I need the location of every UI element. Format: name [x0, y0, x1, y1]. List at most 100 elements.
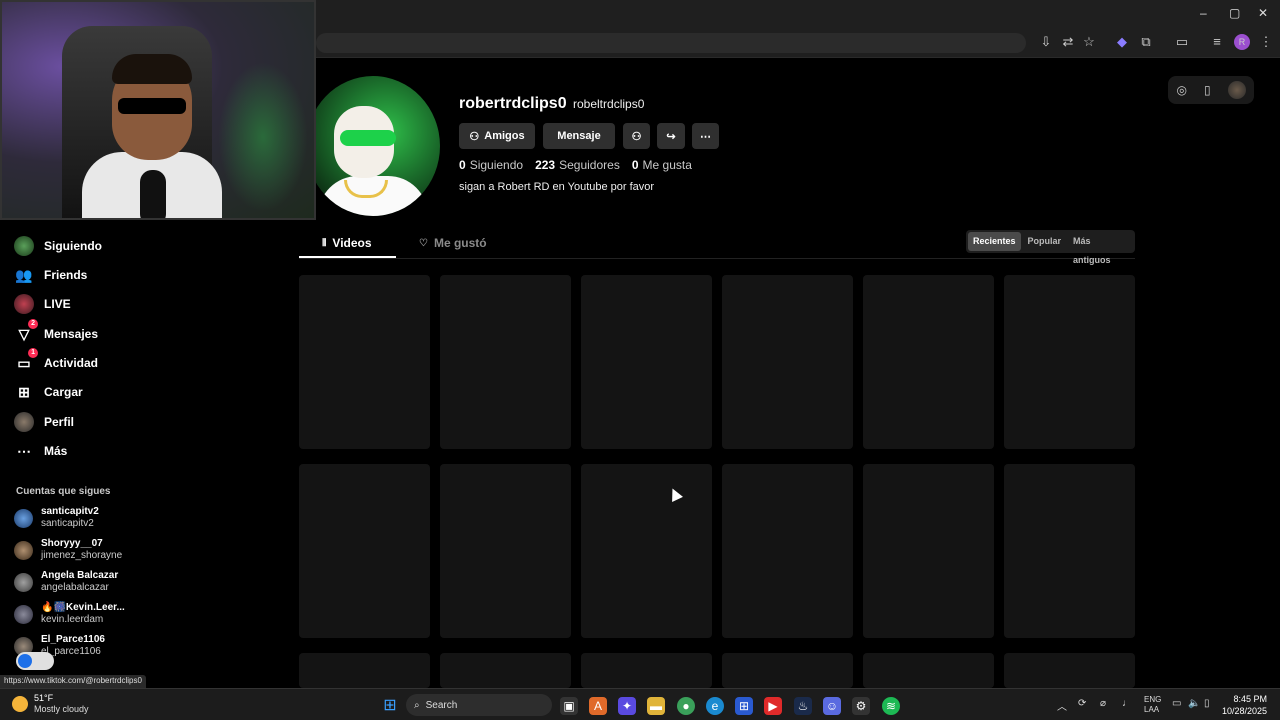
upload-icon: ⊞: [18, 383, 30, 400]
video-placeholder[interactable]: [863, 653, 994, 688]
video-placeholder[interactable]: [581, 464, 712, 638]
sort-recent-button[interactable]: Recientes: [968, 232, 1021, 251]
youtube-icon[interactable]: ▶: [764, 697, 782, 715]
chrome-icon[interactable]: ●: [677, 697, 695, 715]
video-placeholder[interactable]: [722, 464, 853, 638]
followed-account[interactable]: Shoryyy__07 jimenez_shorayne: [14, 538, 122, 562]
file-explorer-icon[interactable]: ▬: [647, 697, 665, 715]
network-off-icon[interactable]: ⌀: [1100, 698, 1106, 709]
video-placeholder[interactable]: [722, 653, 853, 688]
more-dots-icon: ⋯: [700, 130, 711, 143]
compass-icon[interactable]: ◎: [1176, 83, 1186, 97]
sidebar-item-live[interactable]: LIVE: [14, 292, 71, 316]
app-a-icon[interactable]: A: [589, 697, 607, 715]
tab-liked[interactable]: ♡ Me gustó: [419, 236, 487, 250]
tray-chevron-icon[interactable]: ︿: [1057, 698, 1067, 713]
account-avatar: [14, 508, 33, 528]
following-stat[interactable]: 0 Siguiendo: [459, 158, 523, 172]
battery-icon[interactable]: ▯: [1204, 698, 1210, 709]
followed-account[interactable]: 🔥🎆Kevin.Leer... kevin.leerdam: [14, 602, 125, 626]
video-placeholder[interactable]: [1004, 275, 1135, 449]
sidebar-item-upload[interactable]: ⊞ Cargar: [14, 380, 83, 404]
taskbar-search[interactable]: ⌕ Search: [406, 694, 552, 716]
store-icon[interactable]: ⊞: [735, 697, 753, 715]
more-options-button[interactable]: ⋯: [692, 123, 719, 149]
sidebar-item-label: Más: [44, 444, 68, 458]
video-placeholder[interactable]: [581, 275, 712, 449]
video-placeholder[interactable]: [299, 653, 430, 688]
webcam-sunglasses: [118, 98, 186, 114]
add-friend-button[interactable]: ⚇: [623, 123, 650, 149]
steam-icon[interactable]: ♨: [794, 697, 812, 715]
weather-icon: [12, 696, 28, 712]
sidebar-item-profile[interactable]: Perfil: [14, 410, 74, 434]
sidebar-item-label: Friends: [44, 268, 88, 282]
minimize-button[interactable]: –: [1200, 6, 1207, 20]
profile-avatar: [306, 76, 440, 216]
floating-toggle[interactable]: [16, 652, 54, 670]
video-placeholder[interactable]: [581, 653, 712, 688]
followers-stat[interactable]: 223 Seguidores: [535, 158, 620, 172]
windows-start-icon[interactable]: ⊞: [381, 697, 399, 715]
sidebar-item-activity[interactable]: ▭ 1 Actividad: [14, 348, 98, 375]
task-view-icon[interactable]: ▣: [560, 697, 578, 715]
settings-icon[interactable]: ⚙: [852, 697, 870, 715]
sidebar-item-messages[interactable]: ▽ 2 Mensajes: [14, 319, 98, 346]
video-placeholder[interactable]: [299, 275, 430, 449]
sidebar-item-label: LIVE: [44, 297, 71, 311]
tab-videos[interactable]: ⦀ Videos: [322, 236, 372, 250]
address-bar[interactable]: [316, 33, 1026, 53]
followed-account[interactable]: santicapitv2 santicapitv2: [14, 506, 99, 530]
video-placeholder[interactable]: [1004, 653, 1135, 688]
edge-icon[interactable]: e: [706, 697, 724, 715]
messages-icon: ▽ 2: [14, 319, 38, 344]
followed-account[interactable]: Angela Balcazar angelabalcazar: [14, 570, 118, 594]
translate-icon[interactable]: ⇄: [1060, 34, 1076, 50]
bookmark-star-icon[interactable]: ☆: [1081, 34, 1097, 50]
video-placeholder[interactable]: [440, 464, 571, 638]
extensions-puzzle-icon[interactable]: ⧉: [1138, 34, 1154, 50]
sidebar-item-friends[interactable]: 👥 Friends: [14, 263, 87, 287]
display-icon[interactable]: ▭: [1172, 698, 1181, 709]
install-app-icon[interactable]: ⇩: [1038, 34, 1054, 50]
profile-avatar-icon: [14, 412, 34, 432]
taskbar-clock[interactable]: 8:45 PM 10/28/2025: [1222, 693, 1267, 717]
lang-line-2: LAA: [1144, 705, 1160, 714]
profile-avatar-icon[interactable]: R: [1234, 34, 1250, 50]
message-button[interactable]: Mensaje: [543, 123, 615, 149]
split-view-icon[interactable]: ▭: [1174, 34, 1190, 50]
close-window-button[interactable]: ✕: [1258, 6, 1268, 20]
volume-icon[interactable]: 🔈: [1188, 698, 1200, 709]
copilot-icon[interactable]: ✦: [618, 697, 636, 715]
video-placeholder[interactable]: [1004, 464, 1135, 638]
video-placeholder[interactable]: [440, 275, 571, 449]
video-placeholder[interactable]: [299, 464, 430, 638]
video-placeholder[interactable]: [440, 653, 571, 688]
weather-widget[interactable]: 51°F Mostly cloudy: [12, 693, 89, 715]
sort-oldest-button[interactable]: Más antiguos: [1068, 232, 1133, 265]
account-avatar: [14, 604, 33, 624]
account-name: Shoryyy__07: [41, 538, 103, 549]
weather-desc: Mostly cloudy: [34, 704, 89, 714]
media-control-icon[interactable]: ≡: [1209, 34, 1225, 50]
mic-icon[interactable]: ♩: [1122, 698, 1132, 709]
video-placeholder[interactable]: [863, 275, 994, 449]
browser-menu-icon[interactable]: ⋮: [1258, 34, 1274, 50]
user-avatar[interactable]: [1227, 81, 1246, 99]
extension-icon[interactable]: ◆: [1114, 34, 1130, 50]
sidebar-item-more[interactable]: ⋯ Más: [14, 439, 67, 463]
sort-popular-button[interactable]: Popular: [1023, 232, 1067, 251]
language-indicator[interactable]: ENG LAA: [1144, 695, 1161, 715]
following-accounts-heading: Cuentas que sigues: [16, 486, 111, 497]
discord-icon[interactable]: ☺: [823, 697, 841, 715]
message-button-label: Mensaje: [557, 130, 601, 142]
friends-button[interactable]: ⚇ Amigos: [459, 123, 535, 149]
share-button[interactable]: ↪: [657, 123, 685, 149]
sidebar-item-following[interactable]: Siguiendo: [14, 234, 102, 258]
video-placeholder[interactable]: [863, 464, 994, 638]
spotify-icon[interactable]: ≋: [882, 697, 900, 715]
video-placeholder[interactable]: [722, 275, 853, 449]
sync-icon[interactable]: ⟳: [1078, 698, 1086, 709]
maximize-button[interactable]: ▢: [1229, 6, 1240, 20]
phone-icon[interactable]: ▯: [1204, 83, 1211, 97]
